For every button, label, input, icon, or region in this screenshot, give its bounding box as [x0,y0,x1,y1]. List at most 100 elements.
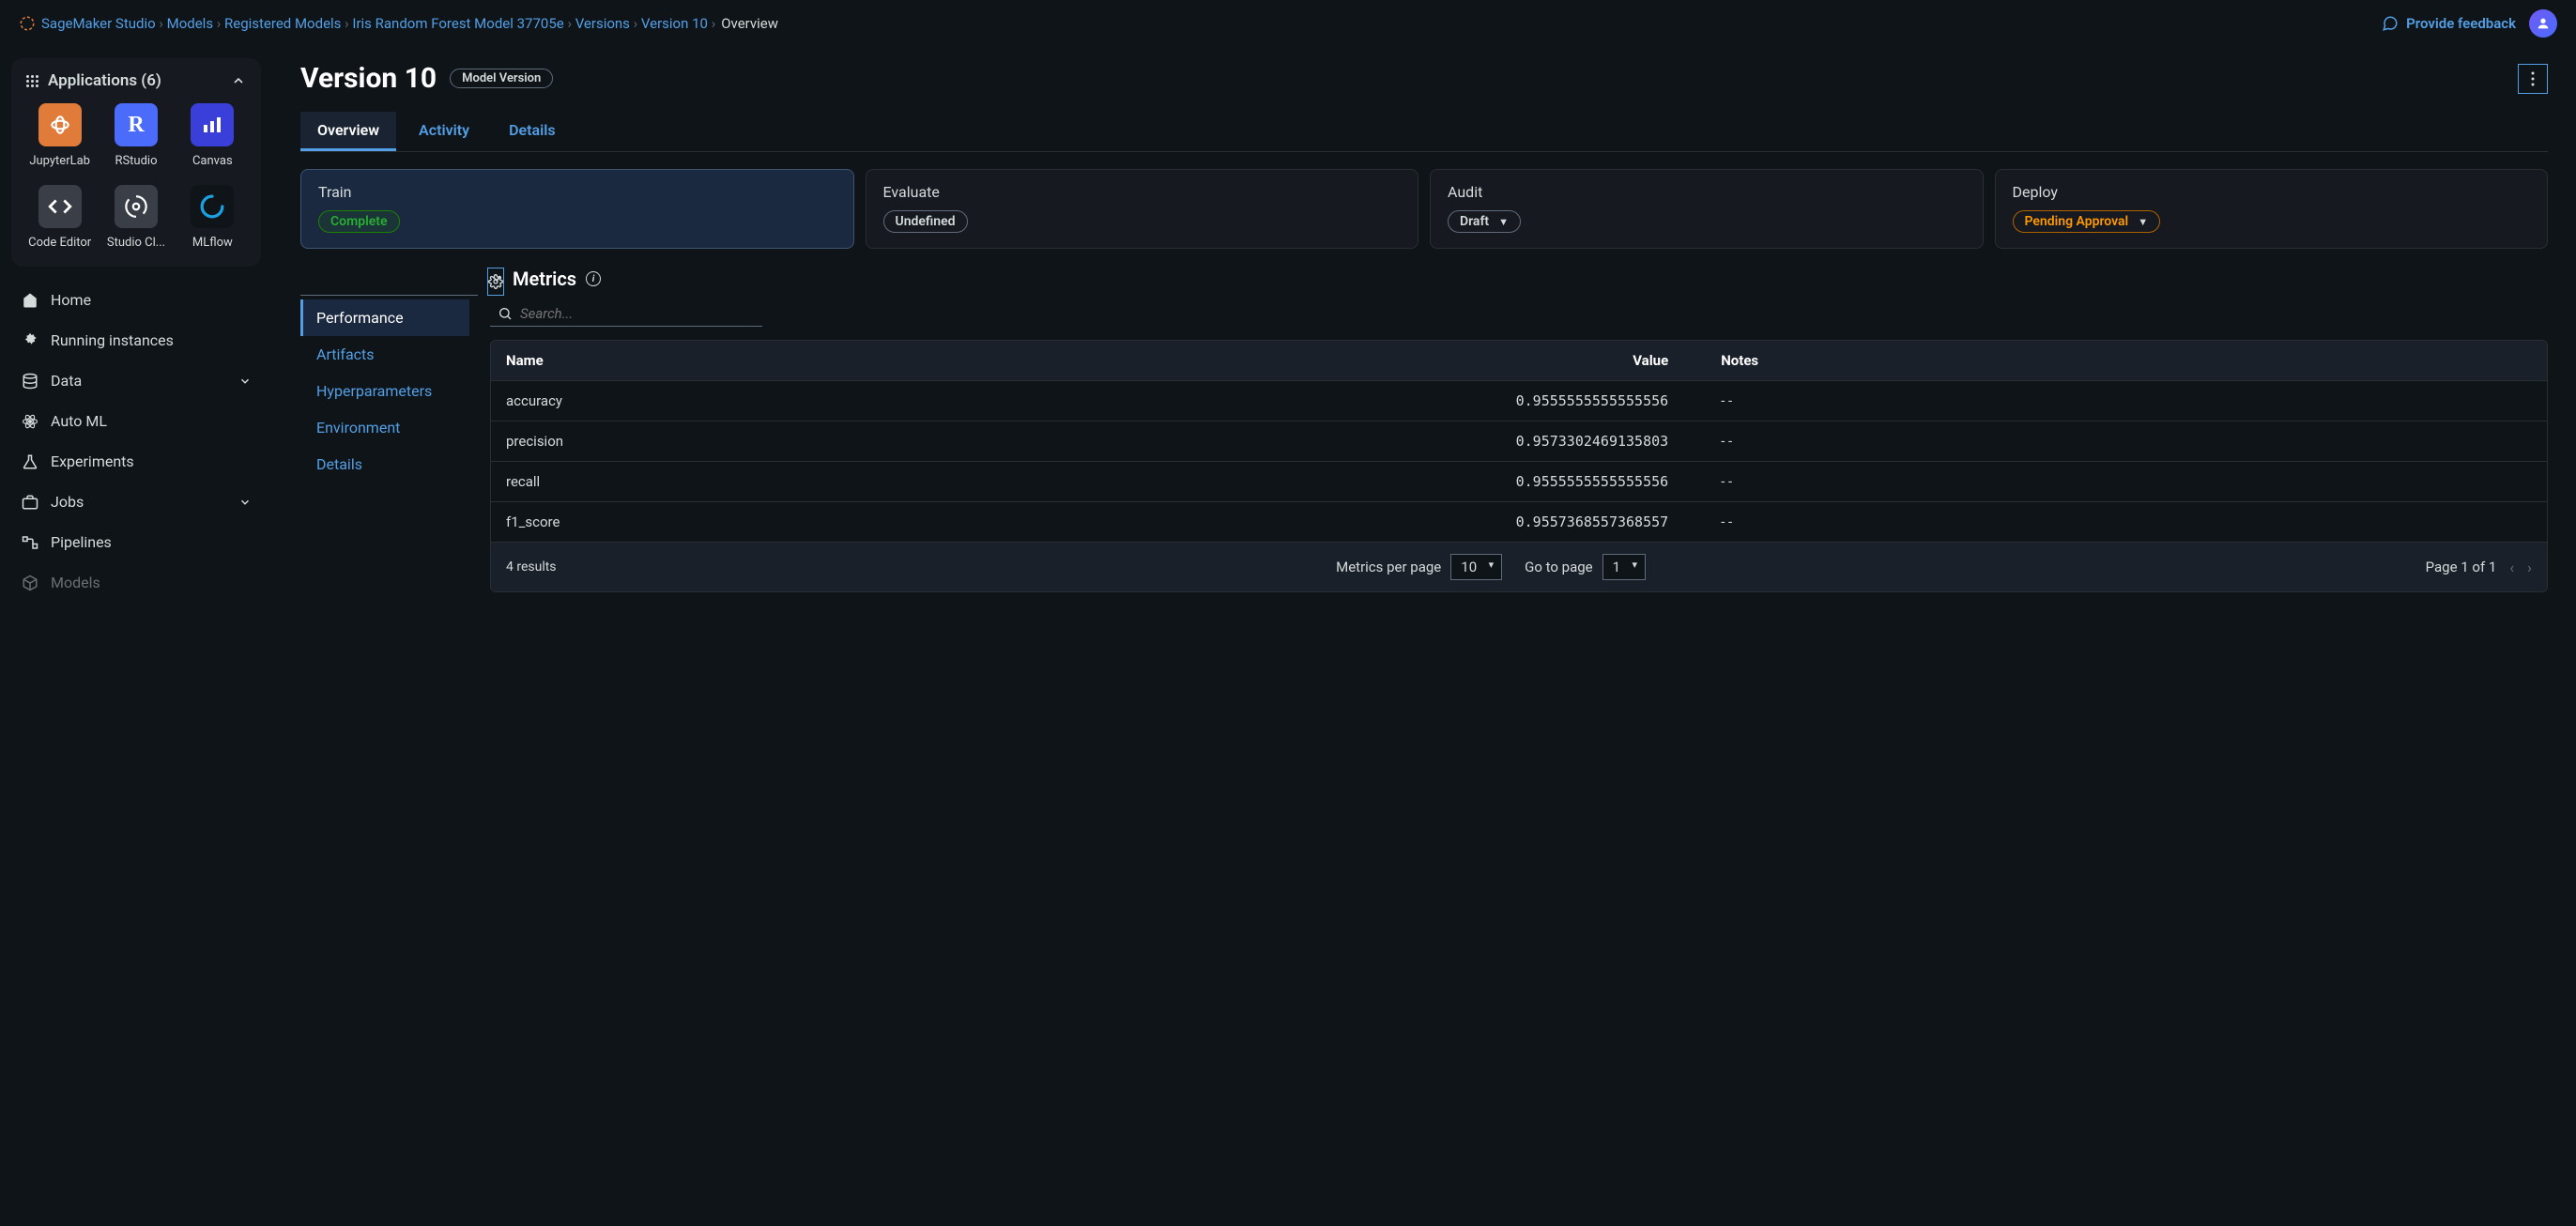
status-pill: Complete [318,210,400,233]
chevron-down-icon[interactable] [490,272,503,285]
stage-card-audit[interactable]: Audit Draft▼ [1430,169,1984,249]
sidenav-performance[interactable]: Performance [300,299,469,336]
cube-icon [21,575,39,591]
app-tile-jupyterlab[interactable]: JupyterLab [26,103,93,168]
app-icon: R [115,103,158,146]
breadcrumb-item[interactable]: Version 10 [641,15,708,32]
applications-panel: Applications (6) JupyterLab R RStudio Canva… [11,58,261,267]
sidenav-details[interactable]: Details [300,446,469,483]
sidenav-artifacts[interactable]: Artifacts [300,336,469,373]
breadcrumb-item[interactable]: Registered Models [224,15,341,32]
main-content: Version 10 Model Version OverviewActivit… [272,47,2576,1226]
app-tile-codeeditor[interactable]: Code Editor [26,185,93,250]
nav-home[interactable]: Home [11,280,261,320]
app-tile-studiocl[interactable]: Studio Cl... [102,185,169,250]
app-tile-mlflow[interactable]: MLflow [179,185,246,250]
goto-page-select[interactable]: 1 [1602,554,1646,580]
page-indicator: Page 1 of 1 [2426,559,2497,575]
per-page-select[interactable]: 10 [1450,554,1502,580]
tab-details[interactable]: Details [492,112,573,151]
nav-experiments[interactable]: Experiments [11,441,261,482]
chevron-down-icon [238,375,252,388]
stage-card-evaluate[interactable]: Evaluate Undefined [866,169,1419,249]
chevron-down-icon: ▼ [1498,216,1509,228]
feedback-label: Provide feedback [2406,15,2516,32]
nav-running-instances[interactable]: Running instances [11,320,261,360]
gear-icon [21,332,39,349]
app-icon [115,185,158,228]
metric-notes: - - [1683,462,2547,502]
status-pill[interactable]: Pending Approval▼ [2013,210,2161,233]
chevron-right-icon: › [213,15,224,32]
user-avatar[interactable] [2529,9,2557,38]
sidebar-nav: Home Running instances DataAuto MLExperime… [11,280,261,603]
search-icon [498,306,513,321]
sidenav-filter-input[interactable] [300,268,478,296]
col-value: Value [861,341,1683,381]
next-page-button[interactable]: › [2527,559,2532,576]
nav-label: Models [51,574,100,591]
prev-page-button[interactable]: ‹ [2509,559,2514,576]
stage-row: Train Complete Evaluate Undefined Audit Draft… [300,169,2548,249]
app-label: Code Editor [28,236,91,250]
home-icon [21,292,39,309]
nav-label: Running instances [51,331,174,349]
info-icon[interactable]: i [586,271,601,286]
metric-value: 0.9573302469135803 [861,421,1683,462]
metric-name: f1_score [491,502,861,543]
top-right: Provide feedback [2382,9,2557,38]
tab-overview[interactable]: Overview [300,112,396,151]
section-sidenav: PerformanceArtifactsHyperparametersEnvir… [300,299,469,483]
breadcrumb-item[interactable]: Versions [575,15,630,32]
stage-title: Audit [1448,183,1966,201]
status-pill: Undefined [883,210,968,233]
app-label: MLflow [192,236,233,250]
sagemaker-icon [19,15,36,32]
nav-pipelines[interactable]: Pipelines [11,522,261,562]
chevron-right-icon: › [708,15,715,32]
metric-row: recall0.9555555555555556- - [491,462,2547,502]
applications-toggle[interactable]: Applications (6) [26,71,246,90]
status-pill[interactable]: Draft▼ [1448,210,1521,233]
metric-name: recall [491,462,861,502]
app-label: RStudio [115,154,157,168]
app-icon [191,185,234,228]
breadcrumbs: SageMaker Studio › Models › Registered M… [19,15,778,32]
pipeline-icon [21,534,39,551]
sidenav-environment[interactable]: Environment [300,409,469,446]
nav-models[interactable]: Models [11,562,261,603]
stage-title: Evaluate [883,183,1402,201]
metric-name: accuracy [491,381,861,421]
breadcrumb-item[interactable]: SageMaker Studio [41,15,156,32]
page-title: Version 10 [300,62,437,95]
nav-jobs[interactable]: Jobs [11,482,261,522]
app-label: JupyterLab [29,154,90,168]
metric-value: 0.9555555555555556 [861,381,1683,421]
nav-auto-ml[interactable]: Auto ML [11,401,261,441]
metrics-search-input[interactable] [520,305,755,322]
metric-row: accuracy0.9555555555555556- - [491,381,2547,421]
tab-activity[interactable]: Activity [402,112,486,151]
nav-label: Pipelines [51,533,112,551]
nav-data[interactable]: Data [11,360,261,401]
stage-card-deploy[interactable]: DeployPending Approval▼ [1995,169,2549,249]
stage-title: Train [318,183,836,201]
provide-feedback-link[interactable]: Provide feedback [2382,15,2516,32]
sidenav-hyperparameters[interactable]: Hyperparameters [300,373,469,409]
metrics-search[interactable] [490,301,762,327]
nav-label: Jobs [51,493,84,511]
breadcrumb-item[interactable]: Models [167,15,213,32]
app-tile-canvas[interactable]: Canvas [179,103,246,168]
metric-notes: - - [1683,381,2547,421]
per-page-label: Metrics per page [1336,559,1441,575]
breadcrumb-current: Overview [721,15,778,32]
tabs: OverviewActivityDetails [300,112,2548,152]
app-tile-rstudio[interactable]: R RStudio [102,103,169,168]
applications-header-label: Applications (6) [48,71,161,90]
model-version-badge: Model Version [450,69,553,88]
stage-card-train[interactable]: Train Complete [300,169,854,249]
more-actions-button[interactable] [2518,64,2548,94]
app-icon [38,185,82,228]
breadcrumb-item[interactable]: Iris Random Forest Model 37705e [352,15,563,32]
atom-icon [21,413,39,430]
